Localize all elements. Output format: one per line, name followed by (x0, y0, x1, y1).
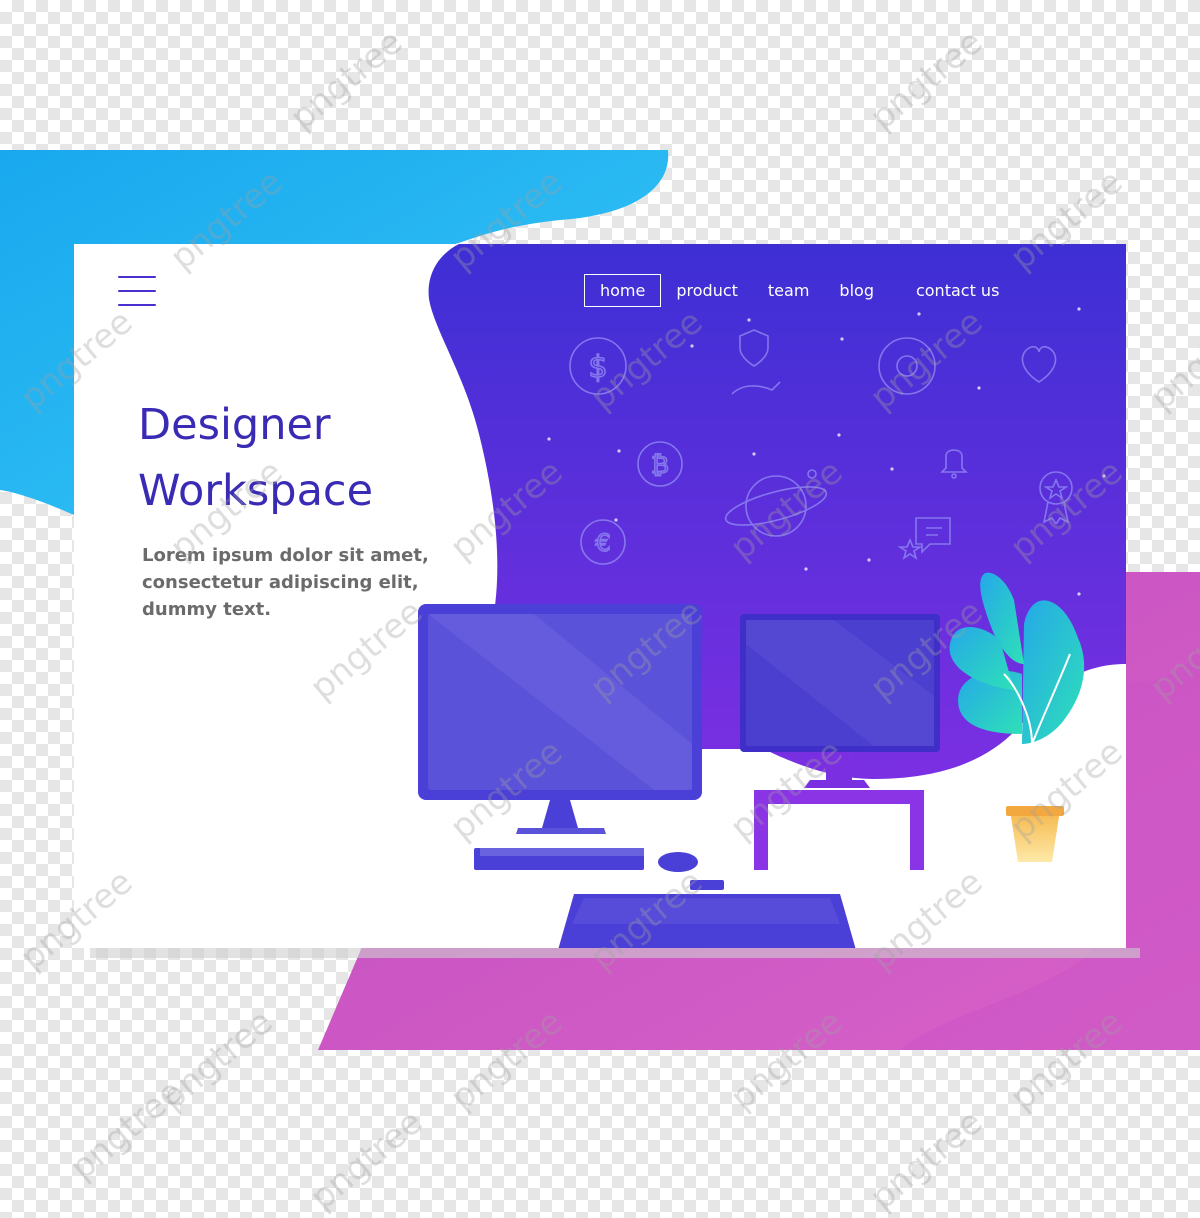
small-monitor (740, 614, 940, 870)
nav-product[interactable]: product (661, 275, 753, 306)
landing-card: $ ₿ € home product team blog contact us … (74, 244, 1126, 948)
hero-title-line-1: Designer (138, 400, 331, 450)
hero-title-line-2: Workspace (138, 466, 374, 516)
large-monitor (418, 604, 702, 872)
hero-title: Designer Workspace (138, 392, 478, 524)
nav-contact-us[interactable]: contact us (901, 275, 1014, 306)
svg-text:$: $ (588, 350, 607, 385)
nav-blog[interactable]: blog (824, 275, 889, 306)
top-navigation: home product team blog contact us (584, 274, 1014, 307)
drawing-tablet (558, 880, 856, 948)
nav-team[interactable]: team (753, 275, 825, 306)
svg-text:₿: ₿ (651, 451, 669, 479)
hamburger-menu-icon[interactable] (118, 276, 156, 306)
svg-text:€: € (595, 529, 610, 557)
nav-home[interactable]: home (584, 274, 662, 307)
hero-description: Lorem ipsum dolor sit amet, consectetur … (142, 545, 429, 620)
